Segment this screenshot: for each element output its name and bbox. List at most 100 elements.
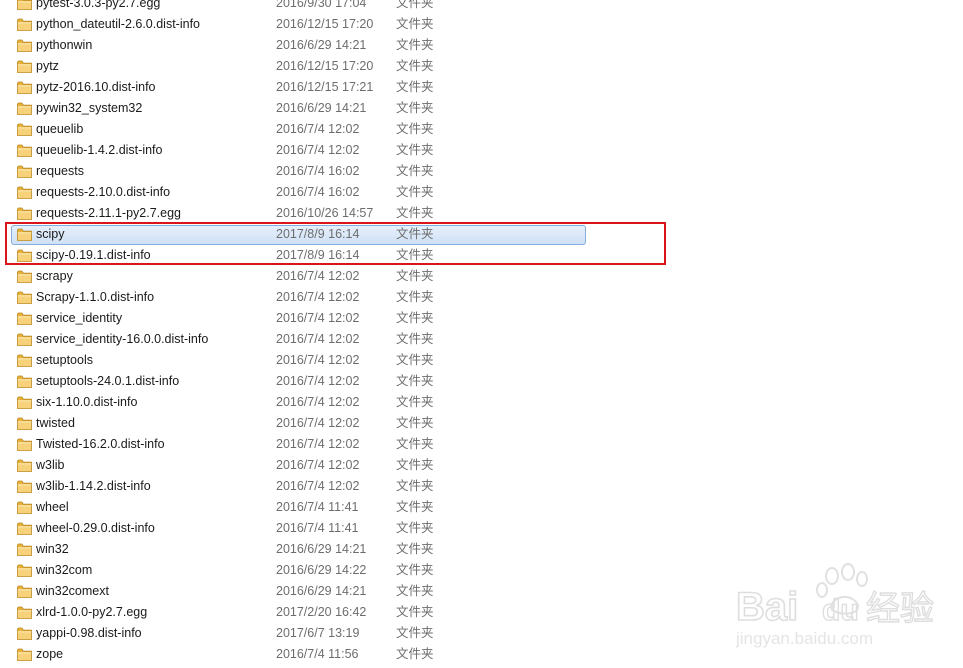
file-modified-date: 2017/8/9 16:14 [276, 227, 360, 241]
file-modified-date: 2016/10/26 14:57 [276, 206, 374, 220]
folder-icon [17, 585, 32, 598]
folder-icon [17, 60, 32, 73]
list-item[interactable]: requests-2.11.1-py2.7.egg 2016/10/26 14:… [0, 203, 963, 224]
list-item[interactable]: pytz 2016/12/15 17:20 文件夹 [0, 56, 963, 77]
file-type: 文件夹 [396, 290, 434, 304]
file-type: 文件夹 [396, 479, 434, 493]
list-item[interactable]: scrapy 2016/7/4 12:02 文件夹 [0, 266, 963, 287]
folder-icon [17, 417, 32, 430]
folder-icon [17, 186, 32, 199]
list-item[interactable]: setuptools 2016/7/4 12:02 文件夹 [0, 350, 963, 371]
folder-icon [17, 144, 32, 157]
file-type: 文件夹 [396, 269, 434, 283]
file-name: wheel [36, 500, 69, 514]
file-name: queuelib-1.4.2.dist-info [36, 143, 163, 157]
file-name: Scrapy-1.1.0.dist-info [36, 290, 155, 304]
file-modified-date: 2016/7/4 12:02 [276, 416, 360, 430]
file-modified-date: 2016/6/29 14:21 [276, 101, 367, 115]
folder-icon [17, 354, 32, 367]
list-item[interactable]: pytest-3.0.3-py2.7.egg 2016/9/30 17:04 文… [0, 0, 963, 14]
file-name: scrapy [36, 269, 73, 283]
file-name: win32comext [36, 584, 109, 598]
folder-icon [17, 18, 32, 31]
file-type: 文件夹 [396, 227, 434, 241]
file-name: setuptools [36, 353, 93, 367]
list-item[interactable]: pythonwin 2016/6/29 14:21 文件夹 [0, 35, 963, 56]
list-item[interactable]: queuelib 2016/7/4 12:02 文件夹 [0, 119, 963, 140]
file-name: scipy-0.19.1.dist-info [36, 248, 151, 262]
file-type: 文件夹 [396, 206, 434, 220]
file-type: 文件夹 [396, 185, 434, 199]
file-name: twisted [36, 416, 75, 430]
folder-icon [17, 438, 32, 451]
list-item[interactable]: setuptools-24.0.1.dist-info 2016/7/4 12:… [0, 371, 963, 392]
file-modified-date: 2016/7/4 12:02 [276, 479, 360, 493]
folder-icon [17, 480, 32, 493]
list-item[interactable]: python_dateutil-2.6.0.dist-info 2016/12/… [0, 14, 963, 35]
file-type: 文件夹 [396, 647, 434, 661]
list-item[interactable]: xlrd-1.0.0-py2.7.egg 2017/2/20 16:42 文件夹 [0, 602, 963, 623]
file-name: zope [36, 647, 64, 661]
list-item[interactable]: w3lib 2016/7/4 12:02 文件夹 [0, 455, 963, 476]
file-modified-date: 2016/12/15 17:21 [276, 80, 374, 94]
list-item[interactable]: twisted 2016/7/4 12:02 文件夹 [0, 413, 963, 434]
file-name: service_identity-16.0.0.dist-info [36, 332, 209, 346]
list-item[interactable]: requests-2.10.0.dist-info 2016/7/4 16:02… [0, 182, 963, 203]
file-type: 文件夹 [396, 17, 434, 31]
file-modified-date: 2016/7/4 12:02 [276, 269, 360, 283]
file-modified-date: 2016/7/4 11:41 [276, 521, 359, 535]
file-name: wheel-0.29.0.dist-info [36, 521, 155, 535]
list-item[interactable]: pytz-2016.10.dist-info 2016/12/15 17:21 … [0, 77, 963, 98]
file-modified-date: 2016/7/4 12:02 [276, 311, 360, 325]
list-item[interactable]: win32comext 2016/6/29 14:21 文件夹 [0, 581, 963, 602]
file-type: 文件夹 [396, 38, 434, 52]
folder-icon [17, 81, 32, 94]
list-item[interactable]: w3lib-1.14.2.dist-info 2016/7/4 12:02 文件… [0, 476, 963, 497]
list-item[interactable]: Scrapy-1.1.0.dist-info 2016/7/4 12:02 文件… [0, 287, 963, 308]
folder-icon [17, 207, 32, 220]
file-type: 文件夹 [396, 458, 434, 472]
file-type: 文件夹 [396, 584, 434, 598]
list-item[interactable]: Twisted-16.2.0.dist-info 2016/7/4 12:02 … [0, 434, 963, 455]
folder-icon [17, 291, 32, 304]
file-name: w3lib [36, 458, 65, 472]
list-item[interactable]: service_identity-16.0.0.dist-info 2016/7… [0, 329, 963, 350]
list-item[interactable]: requests 2016/7/4 16:02 文件夹 [0, 161, 963, 182]
list-item[interactable]: win32com 2016/6/29 14:22 文件夹 [0, 560, 963, 581]
folder-icon [17, 396, 32, 409]
file-type: 文件夹 [396, 395, 434, 409]
folder-icon [17, 375, 32, 388]
folder-icon [17, 39, 32, 52]
folder-icon [17, 249, 32, 262]
file-modified-date: 2016/7/4 12:02 [276, 437, 360, 451]
folder-icon [17, 123, 32, 136]
file-type: 文件夹 [396, 353, 434, 367]
file-name: Twisted-16.2.0.dist-info [36, 437, 165, 451]
file-modified-date: 2016/7/4 16:02 [276, 185, 360, 199]
file-type: 文件夹 [396, 80, 434, 94]
list-item[interactable]: pywin32_system32 2016/6/29 14:21 文件夹 [0, 98, 963, 119]
file-type: 文件夹 [396, 101, 434, 115]
file-modified-date: 2016/7/4 12:02 [276, 122, 360, 136]
list-item[interactable]: scipy-0.19.1.dist-info 2017/8/9 16:14 文件… [0, 245, 963, 266]
folder-icon [17, 228, 32, 241]
list-item[interactable]: service_identity 2016/7/4 12:02 文件夹 [0, 308, 963, 329]
file-name: w3lib-1.14.2.dist-info [36, 479, 151, 493]
file-modified-date: 2016/7/4 12:02 [276, 353, 360, 367]
file-name: pytz-2016.10.dist-info [36, 80, 156, 94]
folder-icon [17, 522, 32, 535]
list-item[interactable]: wheel-0.29.0.dist-info 2016/7/4 11:41 文件… [0, 518, 963, 539]
file-name: requests-2.11.1-py2.7.egg [36, 206, 182, 220]
list-item[interactable]: six-1.10.0.dist-info 2016/7/4 12:02 文件夹 [0, 392, 963, 413]
list-item[interactable]: yappi-0.98.dist-info 2017/6/7 13:19 文件夹 [0, 623, 963, 644]
folder-icon [17, 102, 32, 115]
list-item[interactable]: zope 2016/7/4 11:56 文件夹 [0, 644, 963, 665]
list-item[interactable]: win32 2016/6/29 14:21 文件夹 [0, 539, 963, 560]
file-name: setuptools-24.0.1.dist-info [36, 374, 180, 388]
list-item[interactable]: scipy 2017/8/9 16:14 文件夹 [0, 224, 963, 245]
file-type: 文件夹 [396, 521, 434, 535]
folder-icon [17, 648, 32, 661]
list-item[interactable]: queuelib-1.4.2.dist-info 2016/7/4 12:02 … [0, 140, 963, 161]
list-item[interactable]: wheel 2016/7/4 11:41 文件夹 [0, 497, 963, 518]
file-name: python_dateutil-2.6.0.dist-info [36, 17, 200, 31]
